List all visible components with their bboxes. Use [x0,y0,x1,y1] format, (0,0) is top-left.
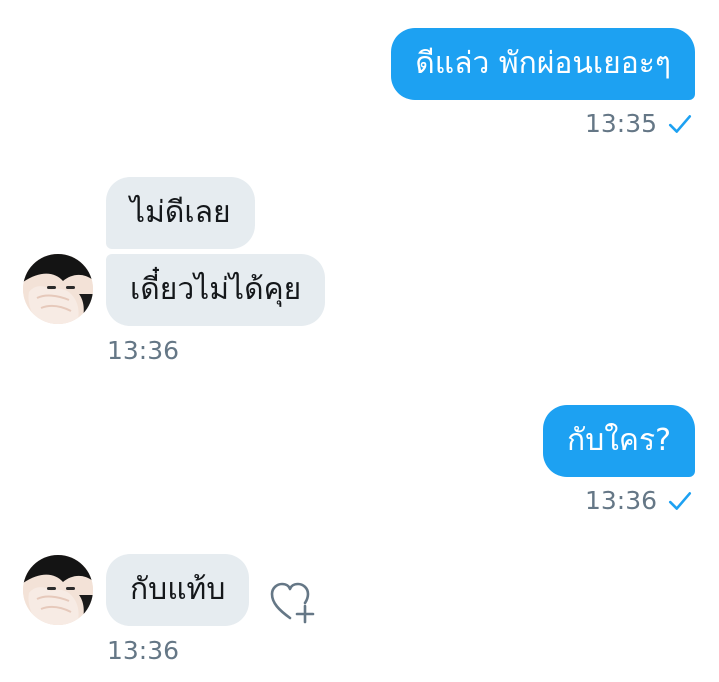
message-bubble-incoming[interactable]: กับแท้บ [106,554,250,626]
avatar-image [23,555,93,625]
avatar[interactable] [23,555,93,625]
avatar-image [23,254,93,324]
message-meta: 13:35 [585,109,693,139]
message-timestamp: 13:36 [107,636,180,665]
message-timestamp: 13:35 [584,109,657,138]
avatar[interactable] [23,254,93,324]
message-meta: 13:36 [585,486,693,516]
heart-plus-icon[interactable] [269,580,315,624]
chat-thread: ดีแล่ว พักผ่อนเยอะๆ 13:35 ไม่ดีเลย เดี๋ย… [0,0,719,682]
read-check-icon [668,115,692,133]
message-timestamp: 13:36 [107,336,180,365]
message-bubble-incoming[interactable]: เดี๋ยวไม่ได้คุย [106,254,326,326]
message-bubble-outgoing[interactable]: ดีแล่ว พักผ่อนเยอะๆ [391,28,695,100]
message-timestamp: 13:36 [584,486,657,515]
read-check-icon [668,492,692,510]
message-bubble-outgoing[interactable]: กับใคร? [543,405,695,477]
message-bubble-incoming[interactable]: ไม่ดีเลย [106,177,255,249]
